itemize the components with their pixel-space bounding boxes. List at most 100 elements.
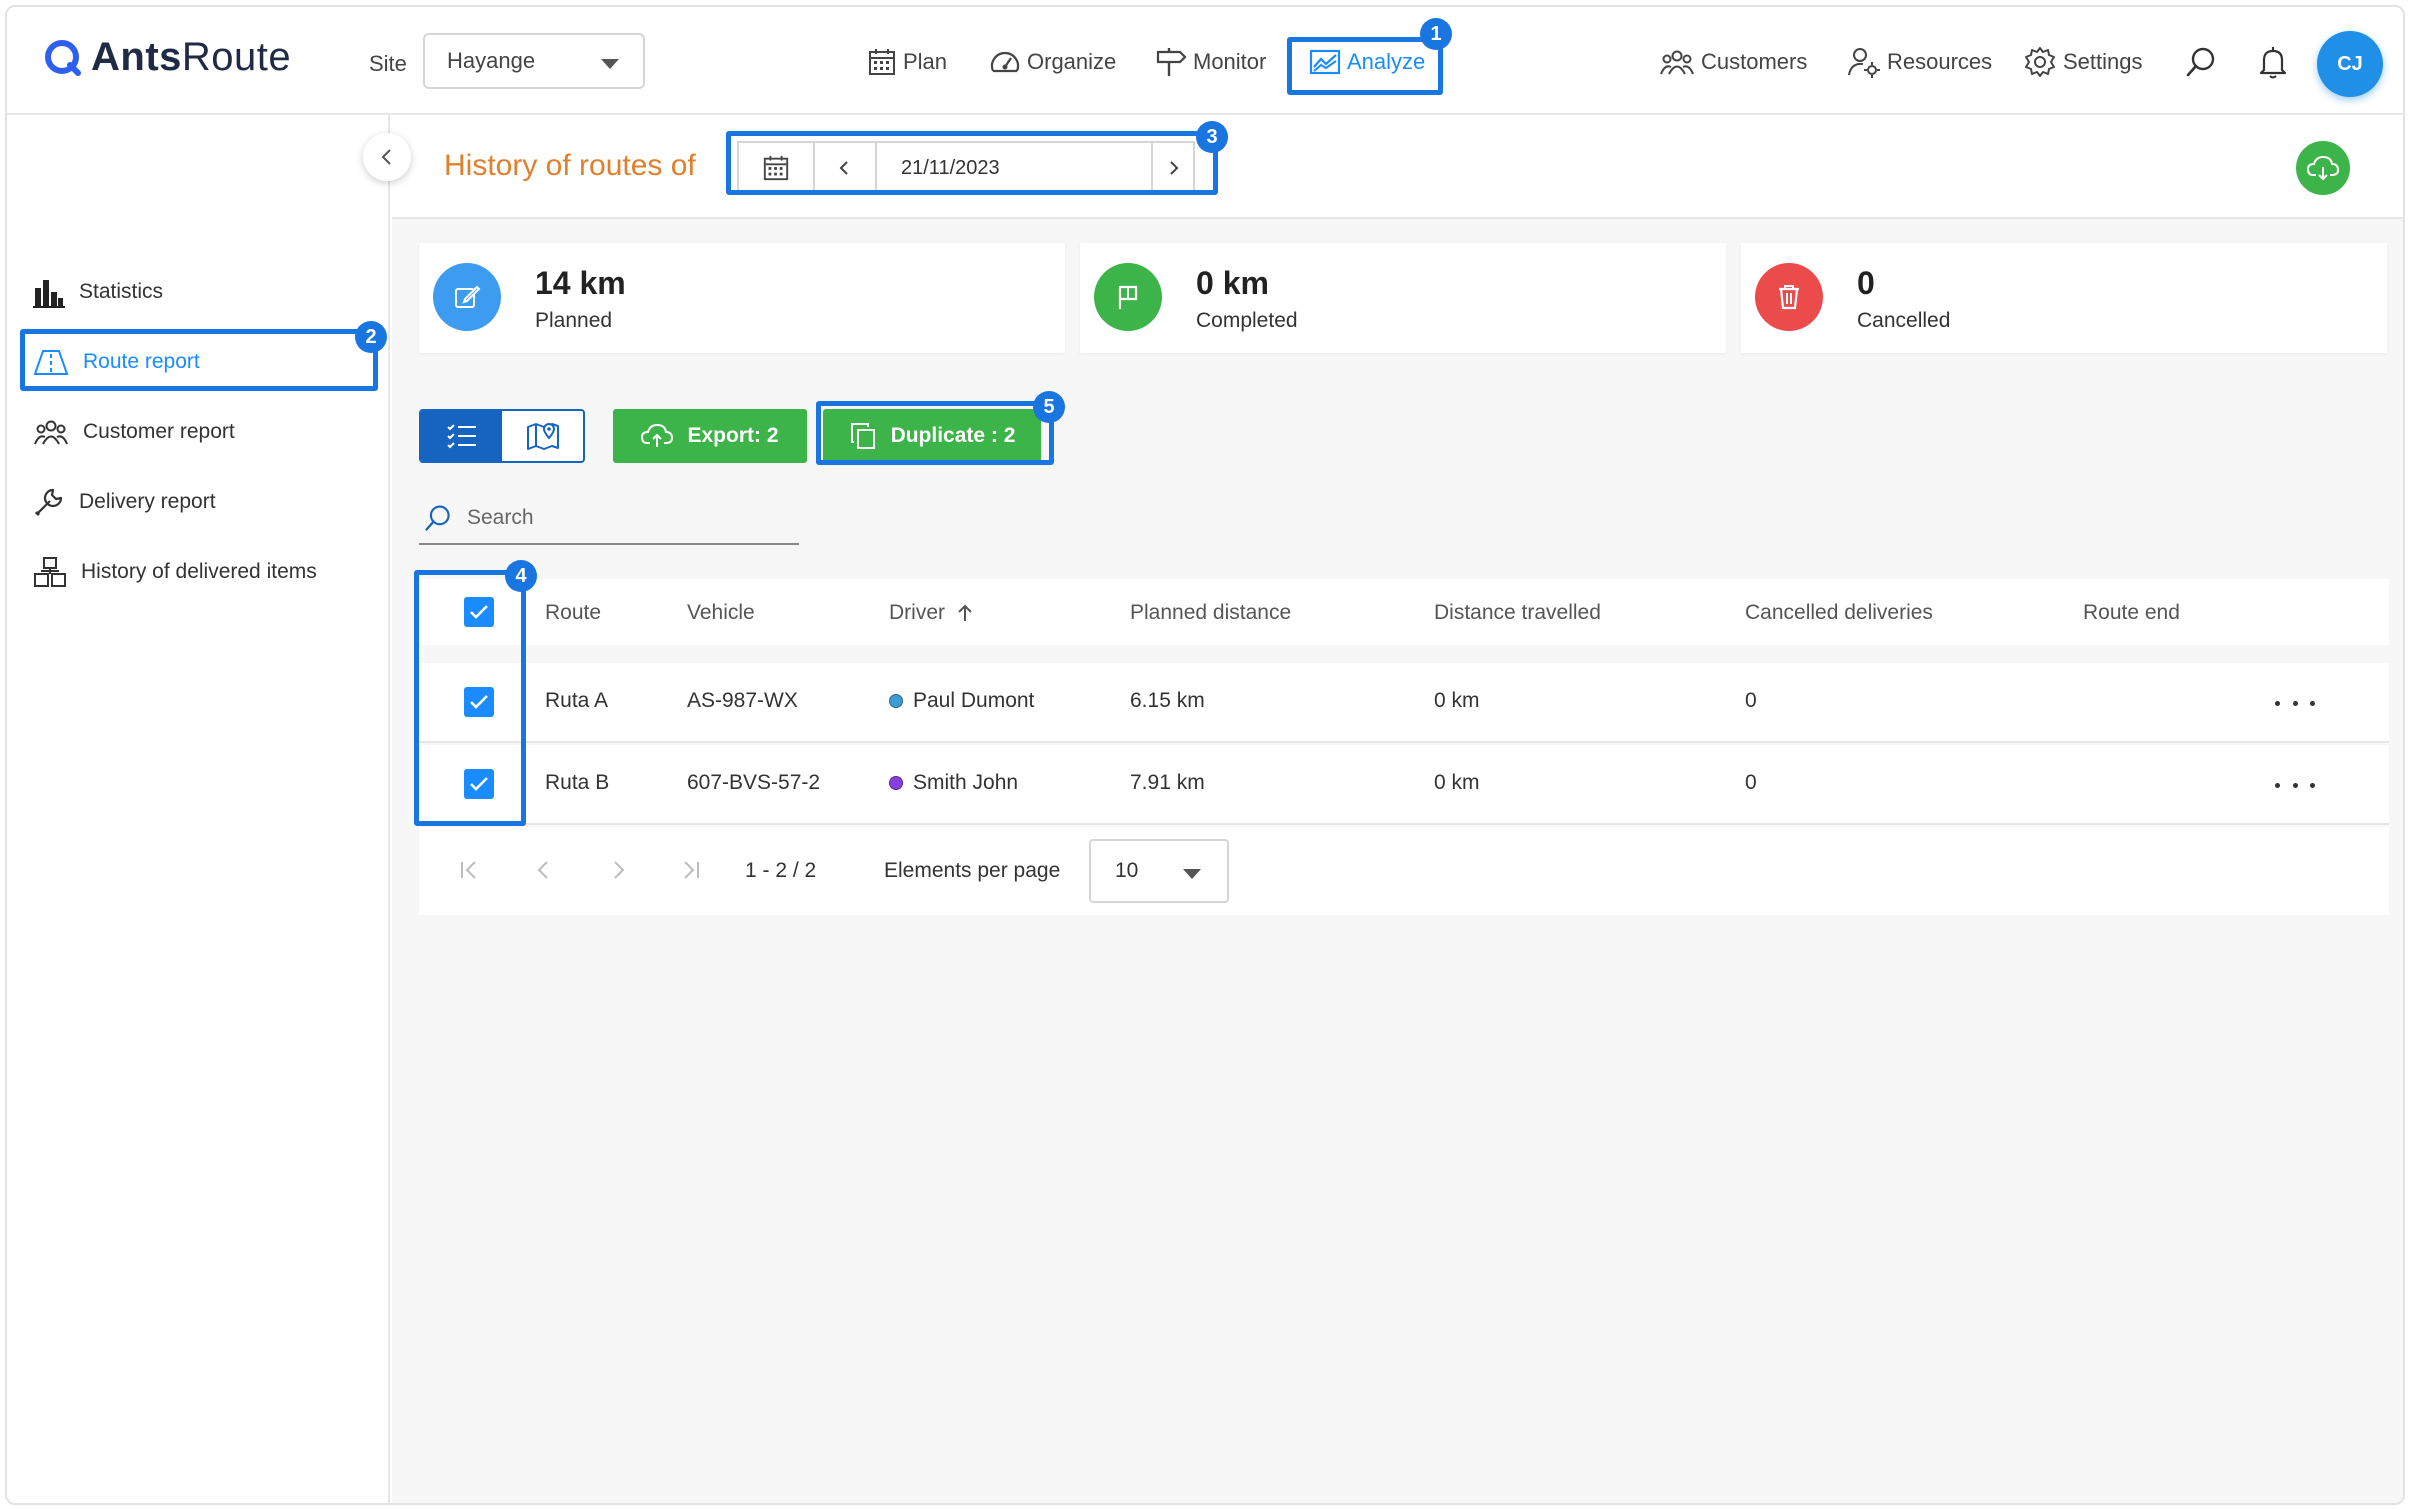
- checklist-icon: [446, 424, 476, 449]
- column-header-planned-distance[interactable]: Planned distance: [1130, 601, 1291, 625]
- stat-card-cancelled: 0 Cancelled: [1741, 243, 2387, 353]
- callout-highlight-duplicate: [816, 401, 1054, 465]
- column-header-cancelled-deliveries[interactable]: Cancelled deliveries: [1745, 601, 1933, 625]
- cell-driver: Paul Dumont: [889, 689, 1034, 713]
- cell-route: Ruta A: [545, 689, 609, 712]
- sidebar-item-label: Statistics: [79, 280, 164, 303]
- stat-label: Cancelled: [1857, 309, 1951, 332]
- column-header-route-end[interactable]: Route end: [2083, 601, 2180, 625]
- stat-card-completed: 0 km Completed: [1080, 243, 1726, 353]
- cell-distance-travelled: 0 km: [1434, 771, 1480, 794]
- nav-resources-label: Resources: [1887, 49, 1993, 74]
- search-input[interactable]: [467, 506, 767, 530]
- sort-ascending-icon: [958, 604, 972, 621]
- row-more-options-icon[interactable]: [2275, 689, 2315, 717]
- caret-down-icon: [601, 59, 619, 69]
- app-window: AntsRoute Site Hayange Plan Organize Mon…: [5, 5, 2405, 1505]
- stat-value: 14 km: [535, 265, 626, 301]
- user-avatar[interactable]: CJ: [2317, 31, 2383, 97]
- per-page-select[interactable]: 10: [1089, 839, 1229, 903]
- last-page-icon[interactable]: [677, 857, 703, 883]
- site-select-value: Hayange: [447, 48, 536, 73]
- cell-driver: Smith John: [889, 771, 1018, 795]
- people-icon: [1660, 50, 1694, 75]
- callout-highlight-date-picker: [726, 131, 1218, 195]
- column-header-distance-travelled[interactable]: Distance travelled: [1434, 601, 1601, 625]
- search-button[interactable]: [2179, 40, 2223, 84]
- stat-card-planned: 14 km Planned: [419, 243, 1065, 353]
- map-view-button[interactable]: [502, 411, 583, 461]
- callout-badge: 2: [355, 321, 387, 353]
- download-button[interactable]: [2296, 141, 2350, 195]
- stat-icon-cancelled: [1755, 263, 1823, 331]
- nav-monitor[interactable]: Monitor: [1155, 37, 1266, 87]
- cell-cancelled-deliveries: 0: [1745, 771, 1757, 794]
- collapse-sidebar-button[interactable]: [363, 133, 411, 181]
- first-page-icon[interactable]: [457, 857, 483, 883]
- nav-settings[interactable]: Settings: [2023, 37, 2143, 87]
- table-row[interactable]: Ruta A AS-987-WX Paul Dumont 6.15 km 0 k…: [419, 663, 2389, 743]
- sidebar-item-history-delivered[interactable]: History of delivered items: [33, 545, 317, 599]
- speedometer-icon: [990, 51, 1020, 73]
- antsroute-logo[interactable]: AntsRoute: [43, 35, 291, 80]
- cell-cancelled-deliveries: 0: [1745, 689, 1757, 712]
- trash-icon: [1779, 285, 1799, 310]
- export-button[interactable]: Export: 2: [613, 409, 807, 463]
- cell-vehicle: 607-BVS-57-2: [687, 771, 821, 794]
- chevron-left-icon: [381, 149, 391, 165]
- per-page-label: Elements per page: [884, 859, 1061, 882]
- wrench-icon: [34, 488, 63, 517]
- signpost-icon: [1156, 48, 1187, 76]
- cell-driver-name: Paul Dumont: [913, 689, 1035, 712]
- stat-icon-planned: [433, 263, 501, 331]
- notifications-button[interactable]: [2251, 40, 2295, 84]
- bar-chart-icon: [33, 280, 65, 308]
- nav-plan-label: Plan: [903, 49, 948, 74]
- nav-customers[interactable]: Customers: [1659, 37, 1807, 87]
- main-content: History of routes of 21/11/2023 14 km Pl…: [392, 115, 2403, 1503]
- logo-text: AntsRoute: [91, 35, 292, 79]
- cloud-download-icon: [2307, 155, 2339, 181]
- table-row[interactable]: Ruta B 607-BVS-57-2 Smith John 7.91 km 0…: [419, 745, 2389, 825]
- caret-down-icon: [1183, 869, 1201, 879]
- next-page-icon[interactable]: [605, 857, 631, 883]
- row-more-options-icon[interactable]: [2275, 771, 2315, 799]
- nav-organize[interactable]: Organize: [989, 37, 1116, 87]
- cell-route: Ruta B: [545, 771, 610, 794]
- site-select[interactable]: Hayange: [423, 33, 645, 89]
- search-icon: [425, 505, 450, 531]
- sidebar-item-customer-report[interactable]: Customer report: [33, 405, 235, 459]
- list-view-button[interactable]: [421, 411, 502, 461]
- cloud-upload-icon: [641, 423, 674, 447]
- nav-customers-label: Customers: [1701, 49, 1808, 74]
- stat-label: Completed: [1196, 309, 1298, 332]
- previous-page-icon[interactable]: [531, 857, 557, 883]
- gear-icon: [2025, 47, 2055, 77]
- cell-planned-distance: 6.15 km: [1130, 689, 1205, 712]
- sidebar-item-label: History of delivered items: [81, 560, 317, 583]
- sidebar-item-statistics[interactable]: Statistics: [33, 265, 163, 319]
- stat-label: Planned: [535, 309, 613, 332]
- site-label: Site: [369, 51, 407, 76]
- nav-resources[interactable]: Resources: [1847, 37, 1992, 87]
- people-icon: [34, 420, 68, 445]
- callout-badge: 4: [505, 560, 537, 592]
- nav-plan[interactable]: Plan: [867, 37, 947, 87]
- sidebar-item-label: Customer report: [83, 420, 235, 443]
- map-pin-icon: [526, 423, 559, 450]
- stat-icon-completed: [1094, 263, 1162, 331]
- column-header-route[interactable]: Route: [545, 601, 601, 625]
- driver-color-dot: [889, 694, 903, 708]
- top-navigation-bar: AntsRoute Site Hayange Plan Organize Mon…: [7, 7, 2403, 115]
- bell-icon: [2259, 47, 2287, 79]
- page-header: History of routes of 21/11/2023: [392, 115, 2403, 219]
- search-icon: [2186, 47, 2215, 77]
- sidebar-item-delivery-report[interactable]: Delivery report: [33, 475, 216, 529]
- boxes-icon: [34, 557, 66, 587]
- sidebar: Statistics Route report Customer report: [7, 115, 390, 1503]
- column-header-vehicle[interactable]: Vehicle: [687, 601, 755, 625]
- column-header-driver[interactable]: Driver: [889, 601, 973, 625]
- pagination-range: 1 - 2 / 2: [745, 859, 817, 882]
- nav-settings-label: Settings: [2063, 49, 2143, 74]
- cell-driver-name: Smith John: [913, 771, 1019, 794]
